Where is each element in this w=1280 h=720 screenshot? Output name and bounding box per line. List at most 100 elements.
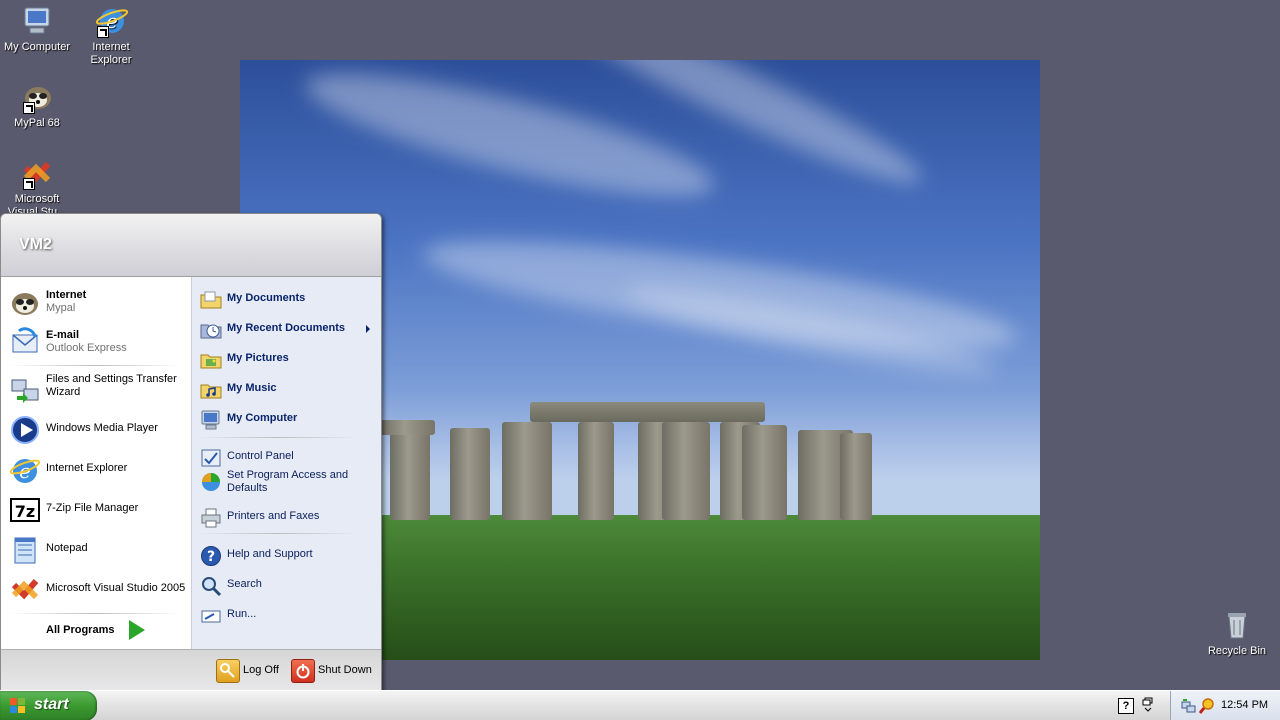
green-arrow-icon <box>129 620 145 640</box>
search-tray-icon[interactable] <box>1198 698 1215 714</box>
desktop-icon-my-computer[interactable]: My Computer <box>0 4 74 54</box>
program-visual-studio[interactable]: Microsoft Visual Studio 2005 <box>9 572 187 608</box>
network-icon[interactable] <box>1181 698 1197 714</box>
place-help-support[interactable]: ? Help and Support <box>198 543 376 567</box>
place-label: Run... <box>227 608 257 620</box>
place-label: Help and Support <box>227 548 313 560</box>
start-menu-header: VM2 <box>1 214 381 277</box>
my-computer-icon <box>20 4 54 38</box>
submenu-arrow-icon <box>366 325 370 333</box>
place-label: My Pictures <box>227 352 289 364</box>
desktop-icon-internet-explorer[interactable]: e Internet Explorer <box>74 4 148 67</box>
taskbar: start ? 12:54 PM <box>0 690 1280 720</box>
desktop-icon-label: Microsoft Visual Stu... <box>7 193 67 214</box>
place-label: Printers and Faxes <box>227 510 320 522</box>
start-menu-programs: Internet Mypal E-mail Outlook Express File… <box>1 277 190 649</box>
program-internet-explorer[interactable]: e Internet Explorer <box>9 452 187 488</box>
program-subtitle: Outlook Express <box>46 342 127 354</box>
separator <box>9 613 181 614</box>
visual-studio-icon <box>20 156 54 190</box>
control-panel-icon <box>200 447 222 469</box>
clock[interactable]: 12:54 PM <box>1221 699 1268 711</box>
place-label: Search <box>227 578 262 590</box>
start-menu-footer: Log Off Shut Down <box>1 649 381 691</box>
restore-icon[interactable] <box>1142 697 1154 713</box>
program-media-player[interactable]: Windows Media Player <box>9 412 187 448</box>
transfer-wizard-icon <box>9 374 41 406</box>
program-label: Microsoft Visual Studio 2005 <box>46 582 186 594</box>
start-menu: VM2 Internet Mypal E-mail Outlook Express … <box>0 213 382 692</box>
place-label: My Computer <box>227 412 298 424</box>
outlook-express-icon <box>9 327 41 359</box>
pinned-internet[interactable]: Internet Mypal <box>9 285 187 321</box>
desktop-icon-recycle-bin[interactable]: Recycle Bin <box>1200 608 1274 658</box>
help-icon: ? <box>200 545 222 567</box>
place-run[interactable]: Run... <box>198 603 376 627</box>
place-set-program-access[interactable]: Set Program Access and Defaults <box>198 469 376 503</box>
separator <box>198 533 358 534</box>
place-label: Set Program Access and Defaults <box>227 469 349 494</box>
shortcut-arrow-icon <box>23 102 35 114</box>
folder-documents-icon <box>200 289 222 311</box>
place-my-computer[interactable]: My Computer <box>198 407 376 431</box>
place-label: My Music <box>227 382 277 394</box>
key-icon <box>216 659 240 683</box>
shortcut-arrow-icon <box>97 26 109 38</box>
desktop-icon-label: Recycle Bin <box>1207 645 1267 657</box>
start-button[interactable]: start <box>0 691 97 720</box>
log-off-label: Log Off <box>243 664 279 676</box>
pinned-email[interactable]: E-mail Outlook Express <box>9 325 187 361</box>
place-my-pictures[interactable]: My Pictures <box>198 347 376 371</box>
mypal-icon <box>9 287 41 319</box>
separator <box>198 437 358 438</box>
start-label: start <box>34 696 69 713</box>
folder-pictures-icon <box>200 349 222 371</box>
program-label: 7-Zip File Manager <box>46 502 139 514</box>
program-label: Files and Settings Transfer Wizard <box>46 373 177 398</box>
printer-icon <box>200 507 222 529</box>
start-menu-places: My Documents My Recent Documents My Pict… <box>191 277 381 649</box>
internet-explorer-icon: e <box>9 454 41 486</box>
place-label: My Documents <box>227 292 306 304</box>
svg-text:7z: 7z <box>15 502 35 521</box>
visual-studio-icon <box>9 574 41 606</box>
recent-documents-icon <box>200 319 222 341</box>
my-computer-icon <box>200 409 222 431</box>
media-player-icon <box>9 414 41 446</box>
place-label: My Recent Documents <box>227 322 345 334</box>
desktop-icon-visual-studio[interactable]: Microsoft Visual Stu... <box>0 156 74 214</box>
desktop-icon-label: Internet Explorer <box>90 41 132 66</box>
program-label: Notepad <box>46 542 88 554</box>
recycle-bin-icon <box>1220 608 1254 642</box>
program-label: Windows Media Player <box>46 422 158 434</box>
program-label: Internet Explorer <box>46 462 128 474</box>
place-my-music[interactable]: My Music <box>198 377 376 401</box>
notepad-icon <box>9 534 41 566</box>
help-tray-icon[interactable]: ? <box>1118 698 1134 714</box>
all-programs-button[interactable]: All Programs <box>46 624 114 636</box>
user-name: VM2 <box>19 236 52 253</box>
place-label: Control Panel <box>227 450 294 462</box>
desktop-icon-label: My Computer <box>3 41 71 53</box>
internet-explorer-icon: e <box>94 4 129 38</box>
program-title: Internet <box>46 289 87 301</box>
program-7zip[interactable]: 7z 7-Zip File Manager <box>9 492 187 528</box>
program-transfer-wizard[interactable]: Files and Settings Transfer Wizard <box>9 372 187 408</box>
program-notepad[interactable]: Notepad <box>9 532 187 568</box>
place-my-documents[interactable]: My Documents <box>198 287 376 311</box>
search-icon <box>200 575 222 597</box>
place-control-panel[interactable]: Control Panel <box>198 445 376 469</box>
shut-down-label: Shut Down <box>318 664 372 676</box>
desktop-icon-label: MyPal 68 <box>14 117 60 129</box>
separator <box>9 365 181 366</box>
program-defaults-icon <box>200 471 222 493</box>
program-title: E-mail <box>46 329 80 341</box>
place-my-recent-documents[interactable]: My Recent Documents <box>198 317 376 341</box>
power-icon <box>291 659 315 683</box>
run-icon <box>200 605 222 627</box>
place-search[interactable]: Search <box>198 573 376 597</box>
desktop-icon-mypal[interactable]: MyPal 68 <box>0 80 74 130</box>
place-printers-faxes[interactable]: Printers and Faxes <box>198 505 376 529</box>
mypal-icon <box>20 80 54 114</box>
shortcut-arrow-icon <box>23 178 35 190</box>
